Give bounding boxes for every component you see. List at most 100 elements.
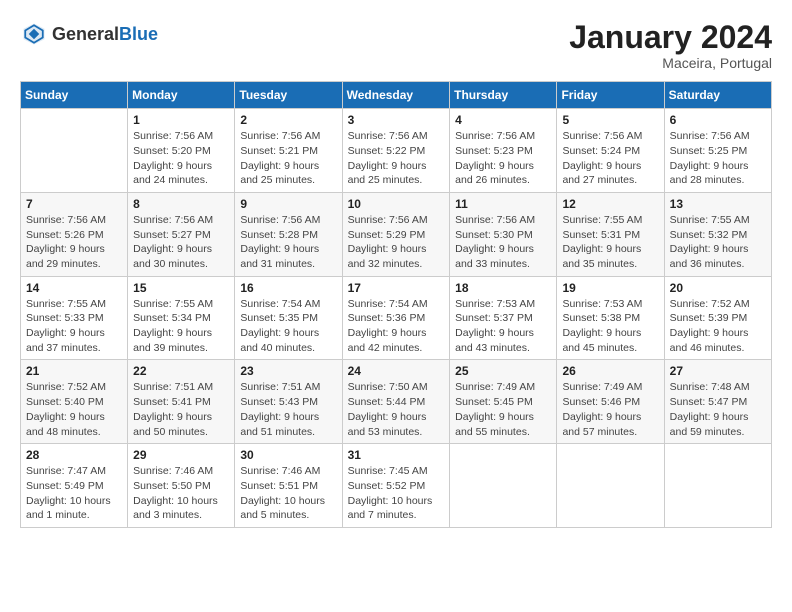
calendar-day-header: Friday — [557, 82, 664, 109]
day-info: Sunrise: 7:56 AM Sunset: 5:23 PM Dayligh… — [455, 129, 551, 188]
day-info: Sunrise: 7:56 AM Sunset: 5:20 PM Dayligh… — [133, 129, 229, 188]
day-number: 9 — [240, 197, 336, 211]
day-info: Sunrise: 7:55 AM Sunset: 5:32 PM Dayligh… — [670, 213, 766, 272]
calendar-day-header: Monday — [128, 82, 235, 109]
calendar-table: SundayMondayTuesdayWednesdayThursdayFrid… — [20, 81, 772, 528]
title-area: January 2024 Maceira, Portugal — [569, 20, 772, 71]
day-number: 16 — [240, 281, 336, 295]
day-number: 26 — [562, 364, 658, 378]
calendar-week-row: 14Sunrise: 7:55 AM Sunset: 5:33 PM Dayli… — [21, 276, 772, 360]
day-number: 4 — [455, 113, 551, 127]
calendar-cell: 2 Sunrise: 7:56 AM Sunset: 5:21 PM Daylig… — [235, 109, 342, 193]
calendar-day-header: Thursday — [450, 82, 557, 109]
day-info: Sunrise: 7:46 AM Sunset: 5:50 PM Dayligh… — [133, 464, 229, 523]
calendar-cell: 13 Sunrise: 7:55 AM Sunset: 5:32 PM Dayli… — [664, 192, 771, 276]
day-info: Sunrise: 7:53 AM Sunset: 5:37 PM Dayligh… — [455, 297, 551, 356]
day-number: 7 — [26, 197, 122, 211]
day-info: Sunrise: 7:56 AM Sunset: 5:21 PM Dayligh… — [240, 129, 336, 188]
day-info: Sunrise: 7:47 AM Sunset: 5:49 PM Dayligh… — [26, 464, 122, 523]
calendar-cell: 20 Sunrise: 7:52 AM Sunset: 5:39 PM Dayli… — [664, 276, 771, 360]
day-info: Sunrise: 7:52 AM Sunset: 5:40 PM Dayligh… — [26, 380, 122, 439]
logo-blue: Blue — [119, 24, 158, 44]
calendar-cell: 27 Sunrise: 7:48 AM Sunset: 5:47 PM Dayli… — [664, 360, 771, 444]
calendar-cell: 23 Sunrise: 7:51 AM Sunset: 5:43 PM Dayli… — [235, 360, 342, 444]
calendar-cell: 28Sunrise: 7:47 AM Sunset: 5:49 PM Dayli… — [21, 444, 128, 528]
day-info: Sunrise: 7:56 AM Sunset: 5:29 PM Dayligh… — [348, 213, 445, 272]
day-info: Sunrise: 7:56 AM Sunset: 5:26 PM Dayligh… — [26, 213, 122, 272]
calendar-cell: 6Sunrise: 7:56 AM Sunset: 5:25 PM Daylig… — [664, 109, 771, 193]
day-info: Sunrise: 7:50 AM Sunset: 5:44 PM Dayligh… — [348, 380, 445, 439]
day-info: Sunrise: 7:46 AM Sunset: 5:51 PM Dayligh… — [240, 464, 336, 523]
day-info: Sunrise: 7:55 AM Sunset: 5:34 PM Dayligh… — [133, 297, 229, 356]
day-number: 8 — [133, 197, 229, 211]
calendar-cell: 10 Sunrise: 7:56 AM Sunset: 5:29 PM Dayli… — [342, 192, 450, 276]
day-number: 3 — [348, 113, 445, 127]
day-info: Sunrise: 7:56 AM Sunset: 5:27 PM Dayligh… — [133, 213, 229, 272]
calendar-cell: 18Sunrise: 7:53 AM Sunset: 5:37 PM Dayli… — [450, 276, 557, 360]
day-number: 13 — [670, 197, 766, 211]
calendar-cell: 11 Sunrise: 7:56 AM Sunset: 5:30 PM Dayli… — [450, 192, 557, 276]
day-info: Sunrise: 7:54 AM Sunset: 5:35 PM Dayligh… — [240, 297, 336, 356]
calendar-header-row: SundayMondayTuesdayWednesdayThursdayFrid… — [21, 82, 772, 109]
day-info: Sunrise: 7:51 AM Sunset: 5:43 PM Dayligh… — [240, 380, 336, 439]
calendar-cell: 24 Sunrise: 7:50 AM Sunset: 5:44 PM Dayli… — [342, 360, 450, 444]
calendar-cell: 12 Sunrise: 7:55 AM Sunset: 5:31 PM Dayli… — [557, 192, 664, 276]
logo-text: GeneralBlue — [52, 24, 158, 45]
calendar-week-row: 28Sunrise: 7:47 AM Sunset: 5:49 PM Dayli… — [21, 444, 772, 528]
day-number: 21 — [26, 364, 122, 378]
day-number: 11 — [455, 197, 551, 211]
calendar-cell: 31Sunrise: 7:45 AM Sunset: 5:52 PM Dayli… — [342, 444, 450, 528]
calendar-cell: 29 Sunrise: 7:46 AM Sunset: 5:50 PM Dayli… — [128, 444, 235, 528]
calendar-cell — [450, 444, 557, 528]
day-number: 31 — [348, 448, 445, 462]
day-number: 5 — [562, 113, 658, 127]
day-info: Sunrise: 7:55 AM Sunset: 5:31 PM Dayligh… — [562, 213, 658, 272]
day-info: Sunrise: 7:53 AM Sunset: 5:38 PM Dayligh… — [562, 297, 658, 356]
day-info: Sunrise: 7:48 AM Sunset: 5:47 PM Dayligh… — [670, 380, 766, 439]
calendar-day-header: Sunday — [21, 82, 128, 109]
day-number: 23 — [240, 364, 336, 378]
location: Maceira, Portugal — [569, 55, 772, 71]
logo-icon — [20, 20, 48, 48]
day-info: Sunrise: 7:56 AM Sunset: 5:30 PM Dayligh… — [455, 213, 551, 272]
calendar-day-header: Saturday — [664, 82, 771, 109]
calendar-cell: 7 Sunrise: 7:56 AM Sunset: 5:26 PM Daylig… — [21, 192, 128, 276]
logo: GeneralBlue — [20, 20, 158, 48]
day-info: Sunrise: 7:56 AM Sunset: 5:28 PM Dayligh… — [240, 213, 336, 272]
calendar-cell — [21, 109, 128, 193]
day-info: Sunrise: 7:55 AM Sunset: 5:33 PM Dayligh… — [26, 297, 122, 356]
day-number: 20 — [670, 281, 766, 295]
day-number: 24 — [348, 364, 445, 378]
day-number: 2 — [240, 113, 336, 127]
calendar-cell: 26 Sunrise: 7:49 AM Sunset: 5:46 PM Dayli… — [557, 360, 664, 444]
calendar-cell: 5 Sunrise: 7:56 AM Sunset: 5:24 PM Daylig… — [557, 109, 664, 193]
day-info: Sunrise: 7:52 AM Sunset: 5:39 PM Dayligh… — [670, 297, 766, 356]
calendar-day-header: Wednesday — [342, 82, 450, 109]
day-number: 19 — [562, 281, 658, 295]
day-info: Sunrise: 7:56 AM Sunset: 5:24 PM Dayligh… — [562, 129, 658, 188]
day-number: 29 — [133, 448, 229, 462]
calendar-cell: 3 Sunrise: 7:56 AM Sunset: 5:22 PM Daylig… — [342, 109, 450, 193]
day-info: Sunrise: 7:56 AM Sunset: 5:22 PM Dayligh… — [348, 129, 445, 188]
calendar-cell: 9 Sunrise: 7:56 AM Sunset: 5:28 PM Daylig… — [235, 192, 342, 276]
day-number: 12 — [562, 197, 658, 211]
calendar-cell: 15 Sunrise: 7:55 AM Sunset: 5:34 PM Dayli… — [128, 276, 235, 360]
calendar-cell: 4 Sunrise: 7:56 AM Sunset: 5:23 PM Daylig… — [450, 109, 557, 193]
calendar-cell: 19 Sunrise: 7:53 AM Sunset: 5:38 PM Dayli… — [557, 276, 664, 360]
calendar-week-row: 21 Sunrise: 7:52 AM Sunset: 5:40 PM Dayli… — [21, 360, 772, 444]
day-number: 1 — [133, 113, 229, 127]
calendar-cell: 16 Sunrise: 7:54 AM Sunset: 5:35 PM Dayli… — [235, 276, 342, 360]
day-info: Sunrise: 7:56 AM Sunset: 5:25 PM Dayligh… — [670, 129, 766, 188]
day-number: 10 — [348, 197, 445, 211]
day-info: Sunrise: 7:54 AM Sunset: 5:36 PM Dayligh… — [348, 297, 445, 356]
calendar-cell: 1 Sunrise: 7:56 AM Sunset: 5:20 PM Daylig… — [128, 109, 235, 193]
day-number: 30 — [240, 448, 336, 462]
calendar-day-header: Tuesday — [235, 82, 342, 109]
day-number: 15 — [133, 281, 229, 295]
calendar-cell — [664, 444, 771, 528]
day-number: 25 — [455, 364, 551, 378]
calendar-cell: 22Sunrise: 7:51 AM Sunset: 5:41 PM Dayli… — [128, 360, 235, 444]
day-number: 27 — [670, 364, 766, 378]
day-info: Sunrise: 7:49 AM Sunset: 5:46 PM Dayligh… — [562, 380, 658, 439]
calendar-cell: 30 Sunrise: 7:46 AM Sunset: 5:51 PM Dayli… — [235, 444, 342, 528]
